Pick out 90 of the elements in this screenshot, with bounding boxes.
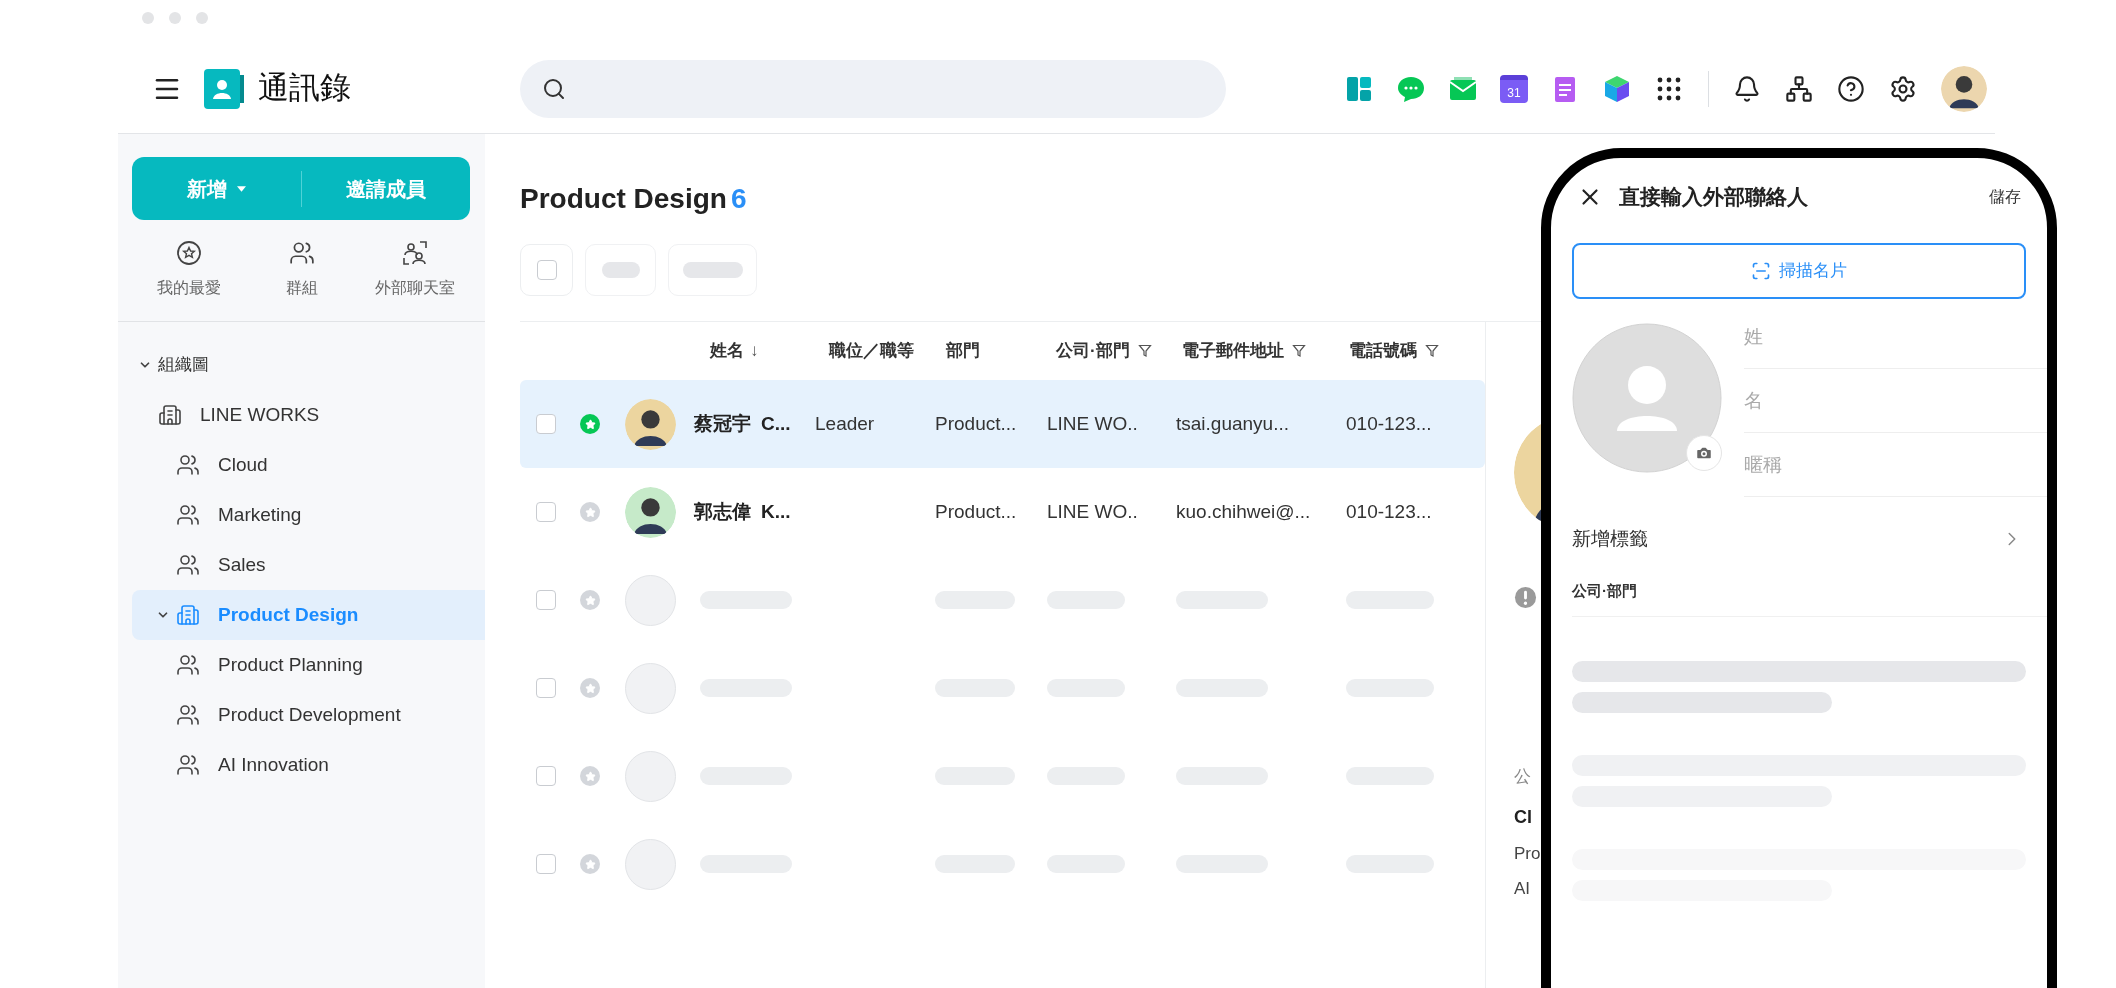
detail-line: AI xyxy=(1514,878,1531,900)
star-circle-icon xyxy=(175,240,202,266)
text-field[interactable]: 姓 xyxy=(1744,305,2047,369)
english-name: C... xyxy=(761,411,791,436)
checkbox[interactable] xyxy=(536,854,556,874)
camera-button[interactable] xyxy=(1686,435,1722,471)
detail-name: Cl xyxy=(1514,805,1532,829)
people-icon xyxy=(176,653,200,677)
column-header[interactable]: 姓名 xyxy=(710,338,745,364)
warning-icon xyxy=(1514,586,1537,609)
text-field[interactable]: 暱稱 xyxy=(1744,433,2047,497)
tree-item[interactable]: 組織圖 xyxy=(132,340,485,390)
people-icon xyxy=(176,703,200,727)
avatar-placeholder xyxy=(625,574,676,626)
table-cell-text: tsai.guanyu... xyxy=(1176,411,1290,436)
filter-icon[interactable] xyxy=(1424,344,1439,358)
sort-icon[interactable]: ↓ xyxy=(750,338,759,364)
checkbox[interactable] xyxy=(536,260,557,280)
section-label: 公司·部門 xyxy=(1572,581,1637,602)
help-icon[interactable] xyxy=(1837,74,1865,103)
table-cell-text: LINE WO.. xyxy=(1047,411,1138,436)
people-icon xyxy=(176,553,200,577)
org-chart-icon[interactable] xyxy=(1785,74,1813,103)
table-cell-text: LINE WO.. xyxy=(1047,499,1138,524)
checkbox[interactable] xyxy=(536,766,556,786)
bell-icon[interactable] xyxy=(1733,74,1761,103)
camera-icon xyxy=(1695,444,1713,462)
avatar xyxy=(625,486,676,538)
settings-icon[interactable] xyxy=(1889,74,1917,103)
table-cell-text: kuo.chihwei@... xyxy=(1176,499,1311,524)
filter-icon[interactable] xyxy=(1292,344,1307,358)
filter-icon[interactable] xyxy=(1137,344,1152,358)
people-icon xyxy=(176,453,200,477)
avatar-placeholder xyxy=(625,662,676,714)
tree-item[interactable]: Product Development xyxy=(132,690,485,740)
search-icon xyxy=(542,76,566,101)
people-icon xyxy=(288,240,315,266)
tree-item[interactable]: Marketing xyxy=(132,490,485,540)
table-row[interactable]: 蔡冠宇 C... Leader Product... LINE WO.. tsai.guanyu... 010-123... xyxy=(520,380,1485,468)
people-frame-icon xyxy=(401,240,428,266)
table-cell-text: 010-123... xyxy=(1346,499,1432,524)
tree-item[interactable]: Sales xyxy=(132,540,485,590)
tree-item[interactable]: Product Planning xyxy=(132,640,485,690)
english-name: K... xyxy=(761,499,791,524)
page-title: Product Design xyxy=(520,182,727,216)
avatar-placeholder xyxy=(625,838,676,890)
caret-icon xyxy=(236,185,246,192)
shortcut-button[interactable]: 群組 xyxy=(245,240,358,321)
column-header[interactable]: 職位／職等 xyxy=(828,338,914,364)
checkbox[interactable] xyxy=(536,414,556,434)
form-title: 直接輸入外部聯絡人 xyxy=(1619,184,1808,211)
member-count: 6 xyxy=(730,182,747,216)
building-icon xyxy=(176,603,200,627)
section-label: 公 xyxy=(1514,766,1531,788)
avatar xyxy=(625,398,676,450)
detail-line: Pro xyxy=(1514,842,1541,865)
column-header[interactable]: 電話號碼 xyxy=(1348,338,1417,364)
people-icon xyxy=(176,753,200,777)
table-cell-text: 010-123... xyxy=(1346,411,1432,436)
user-avatar xyxy=(1941,65,1987,112)
toolbar-button[interactable] xyxy=(585,244,656,296)
checkbox[interactable] xyxy=(536,678,556,698)
cube-icon[interactable] xyxy=(1602,73,1632,104)
shortcut-button[interactable]: 我的最愛 xyxy=(132,240,245,321)
people-icon xyxy=(176,503,200,527)
table-cell-text: Leader xyxy=(815,411,875,436)
toolbar-button[interactable] xyxy=(668,244,757,296)
tree-item[interactable]: Cloud xyxy=(132,440,485,490)
avatar-placeholder xyxy=(625,750,676,802)
tree-item[interactable]: AI Innovation xyxy=(132,740,485,790)
scan-icon xyxy=(1751,261,1771,281)
column-header[interactable]: 公司·部門 xyxy=(1055,338,1130,364)
column-header[interactable]: 部門 xyxy=(946,338,981,364)
text-field[interactable]: 名 xyxy=(1744,369,2047,433)
shortcut-button[interactable]: 外部聊天室 xyxy=(358,240,471,321)
building-icon xyxy=(158,403,182,427)
contact-name[interactable]: 蔡冠宇 xyxy=(694,409,751,439)
table-cell-text: Product... xyxy=(935,411,1017,436)
checkbox[interactable] xyxy=(536,502,556,522)
save-button[interactable]: 儲存 xyxy=(1989,185,2021,209)
contact-book-icon xyxy=(204,68,244,109)
contact-name[interactable]: 郭志偉 xyxy=(694,497,751,527)
app-title: 通訊錄 xyxy=(258,69,351,108)
calendar-icon[interactable]: 31 xyxy=(1500,74,1528,103)
table-cell-text: Product... xyxy=(935,499,1017,524)
checkbox[interactable] xyxy=(536,590,556,610)
column-header[interactable]: 電子郵件地址 xyxy=(1182,338,1285,364)
select-all-button[interactable] xyxy=(520,244,573,296)
add-tag-label[interactable]: 新增標籤 xyxy=(1572,524,1648,554)
tree-item[interactable]: LINE WORKS xyxy=(132,390,485,440)
